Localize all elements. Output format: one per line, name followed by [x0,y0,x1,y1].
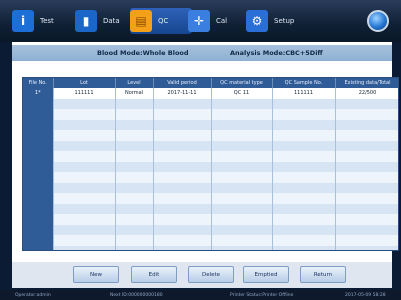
cell-qc-material-type: QC 11 [211,88,273,99]
delete-button[interactable]: Delete [188,266,234,283]
edit-button[interactable]: Edit [131,266,177,283]
col-qc-material-type: QC material type [211,78,273,88]
table-row[interactable] [23,245,398,250]
table-row[interactable] [23,119,398,130]
power-button[interactable] [367,10,389,32]
chart-icon: ▮ [75,10,97,32]
cell-level: Normal [115,88,154,99]
table-row[interactable] [23,98,398,109]
cell-file-no: 1* [23,88,54,99]
col-file-no: File No. [23,78,54,88]
col-qc-sample-no: QC Sample No. [272,78,336,88]
blood-mode-text: Blood Mode:Whole Blood [97,49,189,57]
tab-qc-label: QC [158,17,169,25]
table-row[interactable] [23,193,398,204]
col-level: Level [115,78,154,88]
table-row[interactable] [23,182,398,193]
tab-data-label: Data [103,17,120,25]
table-row[interactable] [23,214,398,225]
gear-icon: ⚙ [246,10,268,32]
qc-file-table: File No. Lot Level Valid period QC mater… [22,77,399,251]
qc-icon: ▤ [130,10,152,32]
table-header: File No. Lot Level Valid period QC mater… [23,78,398,88]
datetime-status: 2017-05-09 58:28 [345,292,386,298]
tab-data[interactable]: ▮ Data [75,8,120,34]
test-icon: i [12,10,34,32]
table-row[interactable] [23,151,398,162]
table-row[interactable] [23,172,398,183]
table-row[interactable] [23,130,398,141]
col-lot: Lot [53,78,116,88]
cell-valid-period: 2017-11-11 [153,88,212,99]
tab-setup[interactable]: ⚙ Setup [246,8,294,34]
table-row[interactable] [23,235,398,246]
return-button[interactable]: Return [300,266,346,283]
tab-test[interactable]: i Test [12,8,54,34]
emptied-button[interactable]: Emptied [243,266,289,283]
table-row[interactable] [23,161,398,172]
tab-setup-label: Setup [274,17,295,25]
calibration-icon: ✛ [188,10,210,32]
status-bar: Operator:admin Next ID:000000000180 Prin… [0,290,401,300]
table-row[interactable] [23,109,398,120]
cell-lot: 111111 [53,88,116,99]
printer-status: Printer Status:Printer Offline [230,292,294,298]
cell-existing-data: 22/500 [335,88,398,99]
operator-status: Operator:admin [15,292,51,298]
analysis-mode-text: Analysis Mode:CBC+5Diff [230,49,323,57]
next-id-status: Next ID:000000000180 [110,292,163,298]
col-valid-period: Valid period [153,78,212,88]
table-row[interactable] [23,140,398,151]
table-row[interactable] [23,203,398,214]
col-existing-data: Existing data/Total [335,78,398,88]
top-navigation-bar: i Test ▮ Data ▤ QC ✛ Cal ⚙ Setup [0,0,401,42]
tab-cal-label: Cal [216,17,228,25]
tab-cal[interactable]: ✛ Cal [188,8,227,34]
tab-qc[interactable]: ▤ QC [130,8,193,34]
mode-bar: Blood Mode:Whole Blood Analysis Mode:CBC… [12,45,392,61]
table-row[interactable]: 1* 111111 Normal 2017-11-11 QC 11 111111… [23,88,398,99]
new-button[interactable]: New [73,266,119,283]
cell-qc-sample-no: 111111 [272,88,336,99]
tab-test-label: Test [40,17,54,25]
table-row[interactable] [23,224,398,235]
